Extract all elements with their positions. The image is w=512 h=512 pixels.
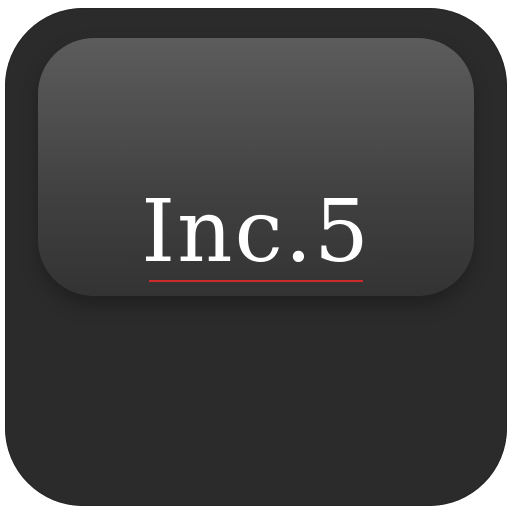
app-icon-wordmark: Inc.5 bbox=[141, 182, 371, 282]
wordmark-underline bbox=[149, 280, 363, 282]
